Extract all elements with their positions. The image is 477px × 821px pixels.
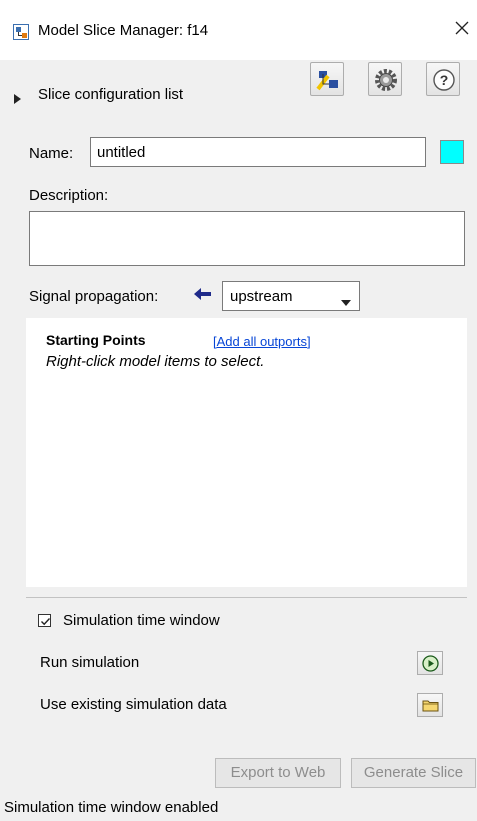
simulink-icon [13,24,29,40]
sim-time-window-label[interactable]: Simulation time window [63,612,220,629]
window-title: Model Slice Manager: f14 [38,22,209,39]
signal-propagation-value: upstream [230,288,293,305]
add-all-outports-link[interactable]: [Add all outports] [213,334,311,349]
slice-color-swatch[interactable] [440,140,464,164]
name-field[interactable] [90,137,426,167]
svg-text:?: ? [440,72,449,88]
status-text: Simulation time window enabled [4,799,219,816]
run-simulation-label: Run simulation [40,654,140,671]
export-to-web-button[interactable]: Export to Web [215,758,341,788]
signal-propagation-select[interactable]: upstream [222,281,360,311]
starting-points-panel[interactable]: Starting Points [Add all outports] Right… [26,318,467,587]
slice-config-list-label: Slice configuration list [38,86,184,103]
highlight-slice-button[interactable] [310,62,344,96]
description-label: Description: [29,187,109,204]
section-divider [26,597,467,598]
starting-points-hint: Right-click model items to select. [46,353,265,370]
use-existing-data-label: Use existing simulation data [40,696,227,713]
signal-propagation-label: Signal propagation: [29,288,159,305]
chevron-down-icon [341,293,351,310]
sim-time-window-checkbox[interactable] [38,614,51,627]
generate-slice-button[interactable]: Generate Slice [351,758,476,788]
expand-triangle-icon [14,91,22,108]
starting-points-title: Starting Points [46,332,146,348]
description-field[interactable] [29,211,465,266]
close-icon[interactable] [450,16,474,40]
settings-button[interactable] [368,62,402,96]
title-bar: Model Slice Manager: f14 [0,0,477,60]
arrow-left-icon [193,287,213,305]
use-existing-data-button[interactable] [417,693,443,717]
help-button[interactable]: ? [426,62,460,96]
run-simulation-button[interactable] [417,651,443,675]
name-label: Name: [29,145,74,162]
